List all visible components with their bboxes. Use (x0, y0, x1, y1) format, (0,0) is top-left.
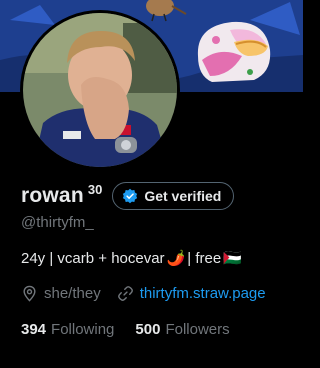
avatar-photo (23, 13, 177, 167)
link-icon (117, 286, 133, 301)
palestine-flag-emoji: 🇵🇸 (223, 250, 242, 267)
pronouns: she/they (44, 285, 101, 302)
display-name-superscript: 30 (87, 181, 103, 197)
followers-stat[interactable]: 500 Followers (135, 321, 229, 338)
followers-label: Followers (165, 321, 230, 338)
user-handle: @thirtyfm_ (21, 214, 94, 231)
bio-text-end: | free (187, 249, 222, 267)
name-row: rowan 30 Get verified (21, 181, 235, 211)
verified-badge-icon (123, 188, 138, 204)
display-name: rowan (21, 184, 84, 207)
following-stat[interactable]: 394 Following (21, 321, 114, 338)
following-count: 394 (21, 321, 47, 338)
racing-helmet-illustration (197, 21, 271, 82)
location-pin-icon (23, 285, 36, 302)
followers-count: 500 (135, 321, 161, 338)
website-link[interactable]: thirtyfm.straw.page (140, 285, 266, 302)
profile-bio: 24y | vcarb + hocevar 🌶️ | free 🇵🇸 (21, 249, 244, 268)
get-verified-button[interactable]: Get verified (112, 182, 235, 210)
profile-meta: she/they thirtyfm.straw.page (21, 285, 266, 302)
following-label: Following (51, 321, 115, 338)
kiwi-bird-illustration (146, 0, 187, 22)
bio-text-start: 24y | vcarb + hocevar (21, 249, 165, 267)
avatar[interactable] (20, 10, 180, 170)
avatar-photo-illustration (23, 13, 177, 167)
chili-pepper-emoji: 🌶️ (166, 250, 186, 267)
follow-stats: 394 Following 500 Followers (21, 321, 251, 338)
get-verified-label: Get verified (144, 188, 222, 204)
